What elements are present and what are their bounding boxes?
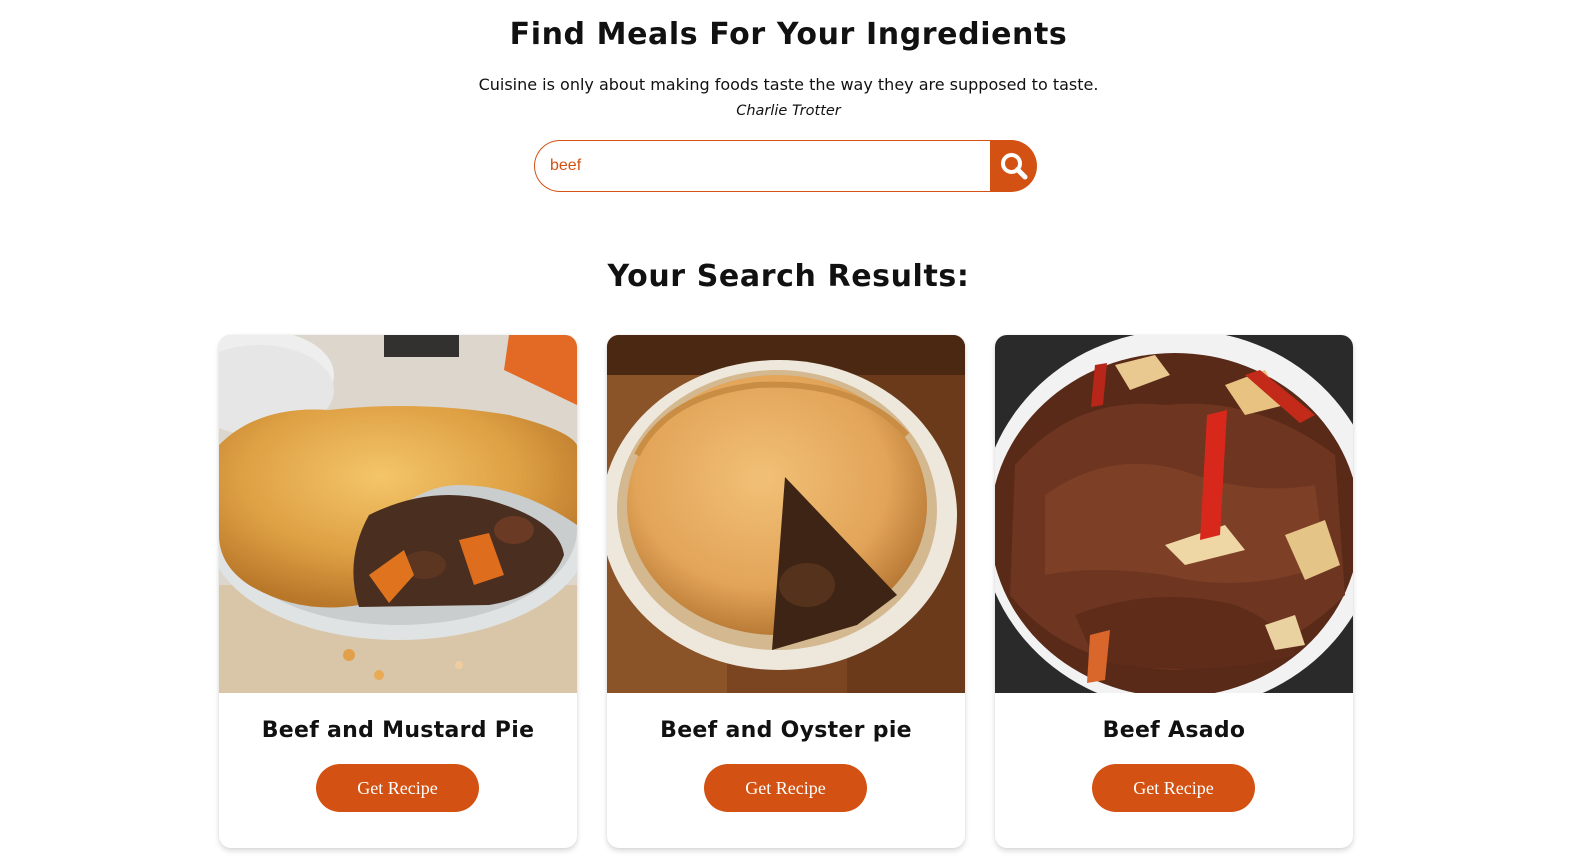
recipe-image-beef-asado — [995, 335, 1353, 693]
recipe-card: Beef Asado Get Recipe — [995, 335, 1353, 848]
search-icon — [1000, 153, 1027, 180]
recipe-card: Beef and Mustard Pie Get Recipe — [219, 335, 577, 848]
recipe-card: Beef and Oyster pie Get Recipe — [607, 335, 965, 848]
page: Find Meals For Your Ingredients Cuisine … — [0, 0, 1577, 861]
quote-author: Charlie Trotter — [736, 103, 841, 119]
search-input[interactable] — [534, 140, 992, 192]
get-recipe-button[interactable]: Get Recipe — [316, 764, 479, 812]
get-recipe-button[interactable]: Get Recipe — [704, 764, 867, 812]
recipe-image-beef-mustard-pie — [219, 335, 577, 693]
recipe-title: Beef and Oyster pie — [660, 718, 912, 743]
search-button[interactable] — [990, 140, 1037, 192]
page-title: Find Meals For Your Ingredients — [509, 17, 1068, 52]
recipe-title: Beef Asado — [1102, 718, 1246, 743]
recipe-title: Beef and Mustard Pie — [261, 718, 535, 743]
get-recipe-button[interactable]: Get Recipe — [1092, 764, 1255, 812]
results-heading: Your Search Results: — [607, 259, 970, 294]
quote-text: Cuisine is only about making foods taste… — [478, 75, 1099, 94]
search-form — [534, 140, 1037, 192]
recipe-image-beef-oyster-pie — [607, 335, 965, 693]
